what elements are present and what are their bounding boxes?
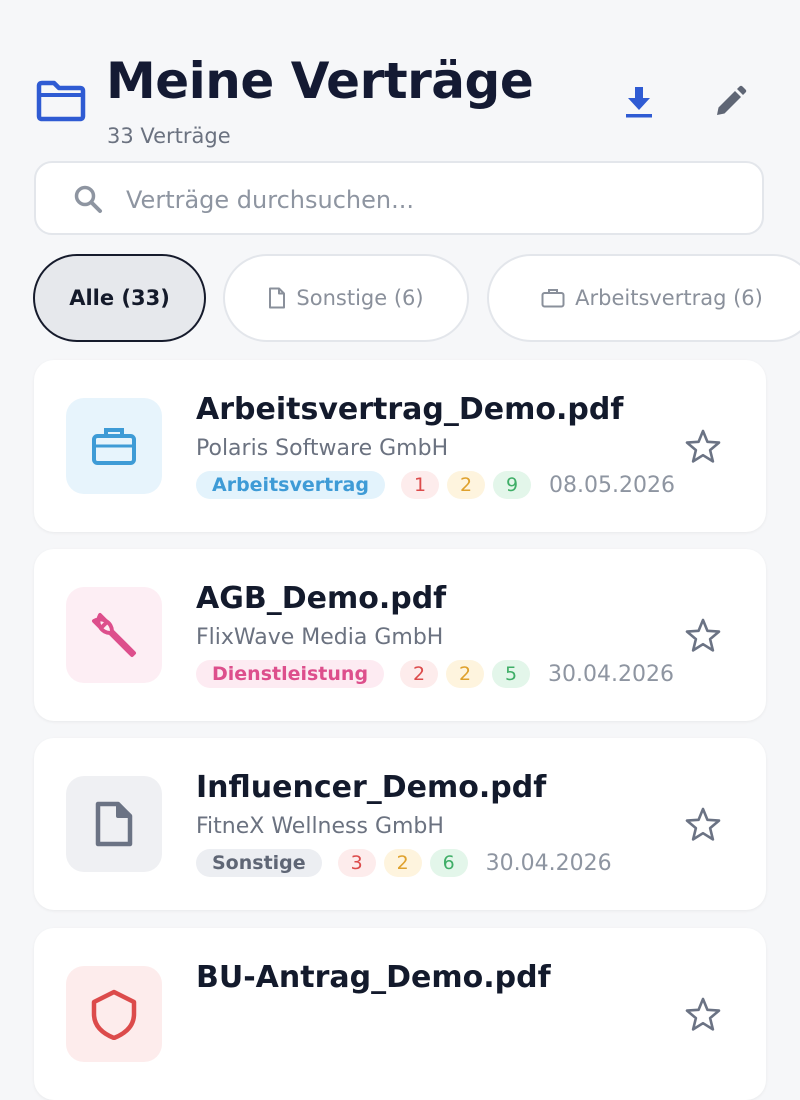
contract-date: 08.05.2026: [548, 472, 675, 498]
contract-meta: Arbeitsvertrag 1 2 9 08.05.2026: [196, 470, 675, 500]
count-badge-green: 9: [492, 471, 531, 499]
count-badge-amber: 2: [446, 471, 485, 499]
filter-chip-all[interactable]: Alle (33): [33, 254, 206, 342]
count-badge-red: 2: [400, 660, 439, 688]
star-icon[interactable]: [684, 996, 722, 1034]
contract-icon-tile: [66, 398, 162, 494]
search-input[interactable]: [124, 177, 748, 223]
document-icon: [269, 287, 286, 309]
contract-icon-tile: [66, 776, 162, 872]
count-badge-green: 5: [492, 660, 531, 688]
contract-date: 30.04.2026: [548, 661, 675, 687]
briefcase-icon: [541, 289, 565, 308]
category-badge: Arbeitsvertrag: [196, 471, 385, 499]
page-title: Meine Verträge: [106, 52, 534, 110]
document-icon: [95, 801, 133, 847]
filter-chip-label: Alle (33): [69, 286, 170, 310]
star-icon[interactable]: [684, 617, 722, 655]
contract-company: FitneX Wellness GmbH: [196, 814, 444, 839]
search-bar[interactable]: [34, 161, 764, 235]
count-badge-red: 1: [400, 471, 439, 499]
star-icon[interactable]: [684, 806, 722, 844]
page-header: Meine Verträge 33 Verträge: [0, 0, 800, 160]
download-button[interactable]: [617, 80, 661, 124]
contract-count: 33 Verträge: [107, 124, 231, 148]
filter-chip-sonstige[interactable]: Sonstige (6): [223, 254, 469, 342]
contract-title: BU-Antrag_Demo.pdf: [196, 960, 551, 995]
contract-card[interactable]: AGB_Demo.pdf FlixWave Media GmbH Dienstl…: [34, 549, 766, 721]
filter-chip-label: Sonstige (6): [296, 286, 424, 310]
star-icon[interactable]: [684, 428, 722, 466]
count-badge-amber: 2: [383, 849, 422, 877]
contract-meta: Sonstige 3 2 6 30.04.2026: [196, 848, 612, 878]
filter-chip-label: Arbeitsvertrag (6): [575, 286, 763, 310]
pencil-icon: [717, 85, 747, 115]
contract-title: Influencer_Demo.pdf: [196, 770, 547, 805]
filter-chips: Alle (33) Sonstige (6) Arbeitsvertrag (6…: [0, 254, 800, 344]
search-icon: [74, 185, 102, 213]
count-badge-red: 3: [337, 849, 376, 877]
count-badge-green: 6: [429, 849, 468, 877]
contract-title: AGB_Demo.pdf: [196, 581, 447, 616]
category-badge: Sonstige: [196, 849, 322, 877]
wrench-icon: [92, 613, 136, 657]
contract-company: Polaris Software GmbH: [196, 436, 449, 461]
contract-title: Arbeitsvertrag_Demo.pdf: [196, 392, 624, 427]
contract-card[interactable]: BU-Antrag_Demo.pdf: [34, 928, 766, 1100]
contract-icon-tile: [66, 587, 162, 683]
contract-card[interactable]: Influencer_Demo.pdf FitneX Wellness GmbH…: [34, 738, 766, 910]
contract-meta: Dienstleistung 2 2 5 30.04.2026: [196, 659, 674, 689]
edit-button[interactable]: [708, 80, 752, 124]
download-icon: [626, 87, 652, 118]
contract-card[interactable]: Arbeitsvertrag_Demo.pdf Polaris Software…: [34, 360, 766, 532]
contract-date: 30.04.2026: [485, 850, 612, 876]
folder-icon: [36, 80, 86, 122]
category-badge: Dienstleistung: [196, 660, 385, 688]
briefcase-icon: [92, 428, 136, 465]
contract-company: FlixWave Media GmbH: [196, 625, 444, 650]
contract-icon-tile: [66, 966, 162, 1062]
filter-chip-arbeitsvertrag[interactable]: Arbeitsvertrag (6): [487, 254, 800, 342]
count-badge-amber: 2: [446, 660, 485, 688]
shield-icon: [91, 989, 137, 1040]
